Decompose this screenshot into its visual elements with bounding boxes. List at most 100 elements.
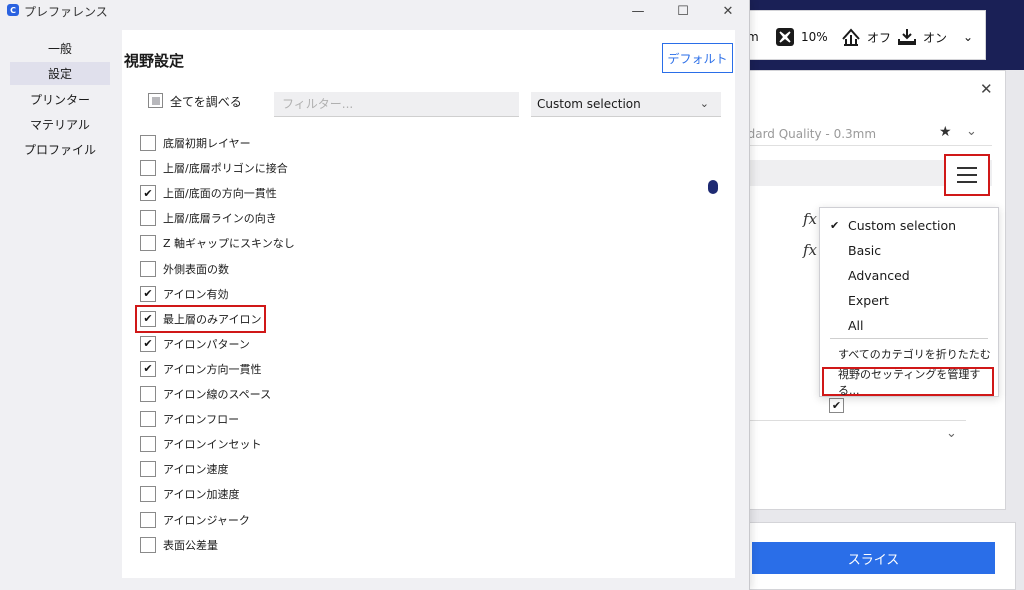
setting-row[interactable]: ✔ アイロン方向一貫性 (140, 360, 261, 378)
setting-checkbox[interactable] (140, 411, 156, 428)
setting-checkbox[interactable]: ✔ (140, 285, 156, 302)
setting-row[interactable]: 上層/底層ラインの向き (140, 209, 277, 227)
setting-label: 底層初期レイヤー (163, 137, 251, 150)
setting-row[interactable]: ✔ アイロンパターン (140, 335, 250, 353)
setting-checkbox[interactable] (140, 210, 156, 227)
chevron-down-icon[interactable]: ⌄ (966, 124, 977, 139)
setting-row[interactable]: ✔ 上面/底面の方向一貫性 (140, 184, 277, 202)
menu-divider (830, 338, 988, 339)
star-icon[interactable]: ★ (939, 124, 952, 140)
close-button[interactable]: ✕ (713, 0, 743, 22)
minimize-button[interactable]: — (623, 0, 653, 22)
support-icon (842, 28, 860, 46)
setting-checkbox[interactable] (140, 386, 156, 402)
select-value: Custom selection (537, 97, 641, 111)
setting-checkbox[interactable]: ✔ (140, 335, 156, 352)
setting-row[interactable]: アイロン線のスペース (140, 385, 271, 403)
setting-label: アイロン線のスペース (163, 388, 272, 401)
setting-checkbox[interactable] (140, 160, 156, 177)
settings-visibility-page: 視野設定 デフォルト 全てを調べる Custom selection ⌄ 底層初… (122, 30, 735, 578)
adhesion-value: オン (923, 30, 948, 45)
menu-item-label: すべてのカテゴリを折りたたむ (838, 348, 991, 361)
maximize-button[interactable]: ☐ (668, 0, 698, 22)
setting-label: 表面公差量 (163, 538, 218, 552)
default-button[interactable]: デフォルト (662, 43, 733, 73)
print-settings-header[interactable]: m 10% オフ オン ⌄ (740, 10, 986, 60)
setting-row[interactable]: アイロンジャーク (140, 511, 250, 529)
setting-row[interactable]: アイロン加速度 (140, 485, 239, 503)
menu-item-custom-selection[interactable]: ✔ Custom selection (820, 214, 998, 236)
setting-label: アイロン方向一貫性 (163, 362, 262, 376)
setting-checkbox[interactable]: ✔ (140, 310, 156, 327)
setting-row[interactable]: ✔ アイロン有効 (140, 285, 228, 303)
setting-label: アイロンインセット (163, 438, 262, 452)
menu-item-label: Custom selection (848, 217, 957, 233)
setting-checkbox[interactable] (140, 436, 156, 453)
setting-row[interactable]: 表面公差量 (140, 536, 218, 554)
hamburger-line (957, 167, 977, 169)
setting-label: 外側表面の数 (163, 262, 229, 276)
check-all-checkbox[interactable] (148, 93, 163, 108)
setting-checkbox[interactable] (140, 511, 156, 528)
setting-label: アイロン有効 (163, 287, 229, 301)
close-icon[interactable]: ✕ (980, 80, 993, 98)
menu-item-collapse-all[interactable]: すべてのカテゴリを折りたたむ (820, 343, 998, 365)
profile-selector[interactable]: ndard Quality - 0.3mm ★ ⌄ (740, 122, 992, 146)
setting-label: アイロン加速度 (163, 488, 240, 502)
setting-checkbox[interactable] (140, 260, 156, 277)
app-icon: C (7, 4, 19, 16)
setting-label: アイロンジャーク (163, 513, 250, 527)
nav-item-settings[interactable]: 設定 (10, 62, 110, 85)
menu-item-label: Expert (848, 292, 889, 308)
setting-label: アイロンフロー (163, 413, 240, 427)
infill-value: 10% (801, 30, 828, 44)
setting-checkbox[interactable] (140, 486, 156, 503)
scrollbar-handle[interactable] (708, 180, 718, 194)
setting-row[interactable]: 底層初期レイヤー (140, 134, 251, 152)
hamburger-line (957, 181, 977, 183)
settings-menu-button[interactable] (944, 154, 990, 196)
setting-checkbox[interactable]: ✔ (829, 398, 844, 413)
menu-item-label: All (848, 317, 864, 333)
setting-row[interactable]: 外側表面の数 (140, 260, 229, 278)
adhesion-icon (898, 29, 916, 45)
setting-checkbox[interactable] (140, 461, 156, 478)
support-value: オフ (867, 30, 892, 45)
setting-checkbox[interactable] (140, 235, 156, 252)
menu-item-manage-visibility[interactable]: 視野のセッティングを管理する... (822, 367, 994, 397)
nav-item-general[interactable]: 一般 (10, 37, 110, 60)
setting-label: アイロンパターン (163, 337, 250, 351)
setting-checkbox[interactable] (140, 135, 156, 151)
setting-row[interactable]: アイロンインセット (140, 435, 261, 453)
infill-icon (776, 28, 794, 46)
menu-item-label: Basic (848, 242, 882, 258)
nav-item-profiles[interactable]: プロファイル (10, 138, 110, 161)
setting-label: 最上層のみアイロン (163, 312, 262, 326)
menu-item-label: Advanced (848, 267, 910, 283)
preferences-dialog: C プレファレンス — ☐ ✕ 一般 設定 プリンター マテリアル プロファイル… (0, 0, 750, 590)
setting-label: 上層/底層ラインの向き (163, 212, 277, 226)
slice-button[interactable]: スライス (752, 542, 995, 574)
check-all-label: 全てを調べる (170, 95, 242, 109)
hamburger-line (957, 174, 977, 176)
setting-row[interactable]: アイロンフロー (140, 410, 239, 428)
fx-icon: fx (803, 241, 818, 259)
setting-row[interactable]: ✔ 最上層のみアイロン (134, 304, 267, 333)
filter-input[interactable] (274, 92, 519, 117)
menu-item-basic[interactable]: Basic (820, 239, 998, 261)
setting-checkbox[interactable] (140, 536, 156, 553)
setting-row[interactable]: 上層/底層ポリゴンに接合 (140, 159, 288, 177)
chevron-down-icon[interactable]: ⌄ (963, 25, 973, 49)
menu-item-all[interactable]: All (820, 314, 998, 336)
menu-item-advanced[interactable]: Advanced (820, 264, 998, 286)
chevron-down-icon[interactable]: ⌄ (946, 426, 957, 441)
setting-checkbox[interactable]: ✔ (140, 185, 156, 202)
setting-row[interactable]: Z 軸ギャップにスキンなし (140, 234, 295, 252)
setting-checkbox[interactable]: ✔ (140, 360, 156, 377)
menu-item-expert[interactable]: Expert (820, 289, 998, 311)
visibility-preset-select[interactable]: Custom selection ⌄ (531, 92, 721, 117)
setting-row[interactable]: アイロン速度 (140, 460, 228, 478)
setting-label: 上面/底面の方向一貫性 (163, 187, 277, 201)
nav-item-materials[interactable]: マテリアル (10, 113, 110, 136)
nav-item-printers[interactable]: プリンター (10, 88, 110, 111)
